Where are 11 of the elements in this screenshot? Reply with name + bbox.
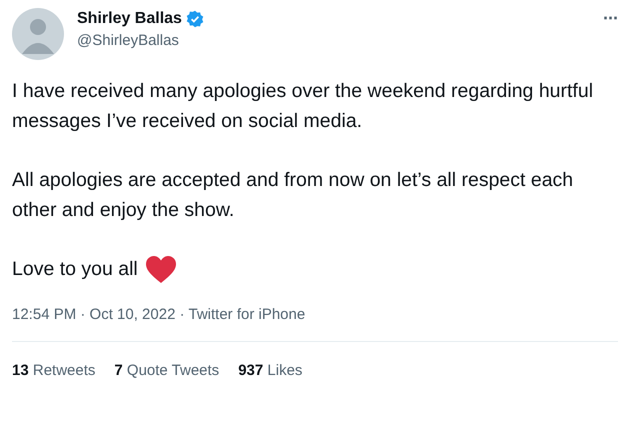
tweet-text: Love to you all	[12, 257, 138, 282]
more-menu[interactable]: ···	[603, 8, 618, 29]
avatar[interactable]	[12, 8, 64, 60]
author-handle[interactable]: @ShirleyBallas	[77, 32, 590, 49]
tweet-stat[interactable]: 13 Retweets	[12, 362, 96, 379]
author-name[interactable]: Shirley Ballas	[77, 10, 182, 28]
tweet-timestamp[interactable]: 12:54 PM · Oct 10, 2022 · Twitter for iPhone	[12, 306, 618, 323]
tweet-stat[interactable]: 937 Likes	[238, 362, 302, 379]
tweet-text: All apologies are accepted and from now on let’s all respect each other and enjoy the show.	[12, 168, 574, 223]
tweet-stat[interactable]: 7 Quote Tweets	[114, 362, 220, 379]
tweet-text: I have received many apologies over the weekend regarding hurtful messages I’ve received on social media.	[12, 79, 594, 134]
